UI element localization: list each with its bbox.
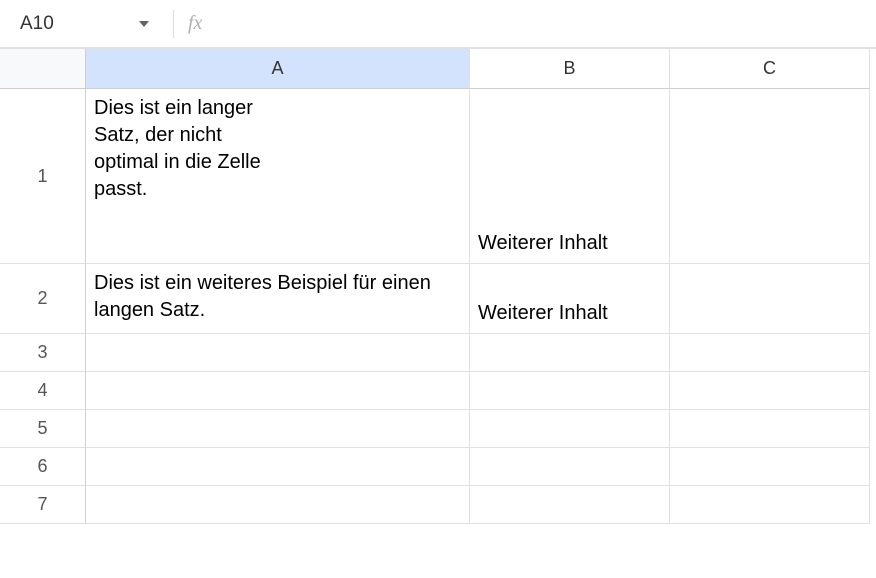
cell-C6[interactable] <box>670 448 870 486</box>
select-all-corner[interactable] <box>0 49 86 89</box>
cell-B5[interactable] <box>470 410 670 448</box>
cell-C2[interactable] <box>670 264 870 334</box>
cell-A5[interactable] <box>86 410 470 448</box>
cell-B2[interactable]: Weiterer Inhalt <box>470 264 670 334</box>
cell-B1[interactable]: Weiterer Inhalt <box>470 89 670 264</box>
cell-C4[interactable] <box>670 372 870 410</box>
divider <box>173 10 174 38</box>
cell-A3[interactable] <box>86 334 470 372</box>
cell-A6[interactable] <box>86 448 470 486</box>
name-box[interactable]: A10 <box>12 0 167 47</box>
row-header-3[interactable]: 3 <box>0 334 86 372</box>
name-box-value: A10 <box>20 13 54 35</box>
cell-B4[interactable] <box>470 372 670 410</box>
cell-A7[interactable] <box>86 486 470 524</box>
row-header-5[interactable]: 5 <box>0 410 86 448</box>
cell-A1[interactable]: Dies ist ein langer Satz, der nicht opti… <box>86 89 470 264</box>
cell-B7[interactable] <box>470 486 670 524</box>
fx-icon[interactable]: fx <box>188 12 202 35</box>
cell-A2[interactable]: Dies ist ein weiteres Beispiel für einen… <box>86 264 470 334</box>
row-header-1[interactable]: 1 <box>0 89 86 264</box>
cell-B6[interactable] <box>470 448 670 486</box>
column-header-B[interactable]: B <box>470 49 670 89</box>
cell-C3[interactable] <box>670 334 870 372</box>
row-header-7[interactable]: 7 <box>0 486 86 524</box>
row-header-6[interactable]: 6 <box>0 448 86 486</box>
row-header-4[interactable]: 4 <box>0 372 86 410</box>
cell-C1[interactable] <box>670 89 870 264</box>
spreadsheet-grid: ABC 1Dies ist ein langer Satz, der nicht … <box>0 48 876 524</box>
cell-C7[interactable] <box>670 486 870 524</box>
row-header-2[interactable]: 2 <box>0 264 86 334</box>
name-box-dropdown-icon[interactable] <box>139 21 149 27</box>
cell-C5[interactable] <box>670 410 870 448</box>
cell-A4[interactable] <box>86 372 470 410</box>
formula-bar: A10 fx <box>0 0 876 48</box>
cell-B3[interactable] <box>470 334 670 372</box>
column-header-C[interactable]: C <box>670 49 870 89</box>
formula-input[interactable] <box>212 0 864 47</box>
column-header-A[interactable]: A <box>86 49 470 89</box>
chevron-down-icon <box>139 21 149 27</box>
